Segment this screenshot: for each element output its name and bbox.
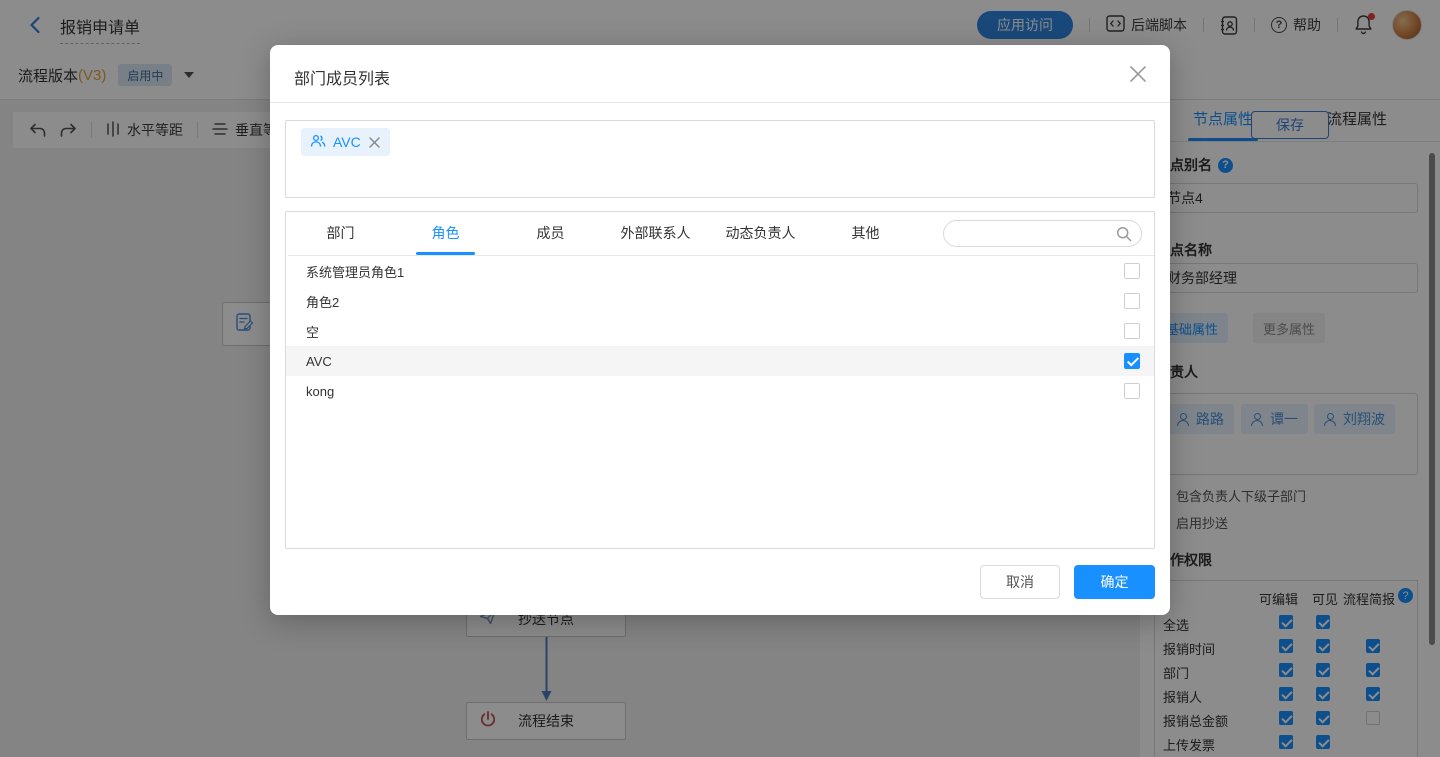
search-input[interactable]: [956, 222, 1116, 245]
member-list-modal: 部门成员列表 AVC 部门角色成员外部联系人动态负责人其他: [270, 45, 1170, 615]
list-item[interactable]: 空: [286, 316, 1155, 346]
cancel-button[interactable]: 取消: [980, 565, 1060, 599]
app-screen: 报销申请单 应用访问 后端脚本 帮助: [0, 0, 1440, 757]
confirm-button[interactable]: 确定: [1074, 565, 1155, 599]
modal-tab-0[interactable]: 部门: [288, 212, 393, 255]
list-item-label: AVC: [306, 354, 332, 369]
list-item[interactable]: kong: [286, 376, 1155, 406]
list-item-checkbox[interactable]: [1124, 263, 1140, 279]
search-box: [943, 220, 1142, 247]
list-item-checkbox[interactable]: [1124, 383, 1140, 399]
member-picker: 部门角色成员外部联系人动态负责人其他 系统管理员角色1 角色2 空 AVC kong: [285, 211, 1155, 549]
list-item-checkbox[interactable]: [1124, 323, 1140, 339]
list-item[interactable]: 角色2: [286, 286, 1155, 316]
list-item[interactable]: AVC: [286, 346, 1155, 376]
modal-tab-2[interactable]: 成员: [498, 212, 603, 255]
modal-tab-3[interactable]: 外部联系人: [603, 212, 708, 255]
selected-tag-label: AVC: [333, 134, 361, 150]
selected-members-box[interactable]: AVC: [285, 120, 1155, 198]
modal-tab-5[interactable]: 其他: [813, 212, 918, 255]
list-item-label: 空: [306, 322, 319, 341]
list-item-checkbox[interactable]: [1124, 293, 1140, 309]
remove-tag-icon[interactable]: [368, 136, 381, 149]
modal-header: 部门成员列表: [270, 45, 1170, 103]
list-item-label: 系统管理员角色1: [306, 262, 404, 281]
search-icon[interactable]: [1116, 226, 1132, 247]
list-item-checkbox[interactable]: [1124, 353, 1140, 369]
modal-tab-1[interactable]: 角色: [393, 212, 498, 255]
selected-tag[interactable]: AVC: [301, 128, 390, 156]
people-icon: [310, 134, 326, 151]
list-item-label: kong: [306, 384, 334, 399]
modal-title: 部门成员列表: [294, 65, 390, 89]
member-list: 系统管理员角色1 角色2 空 AVC kong: [286, 256, 1155, 406]
close-icon[interactable]: [1128, 64, 1148, 84]
modal-tab-4[interactable]: 动态负责人: [708, 212, 813, 255]
list-item-label: 角色2: [306, 292, 339, 311]
list-item[interactable]: 系统管理员角色1: [286, 256, 1155, 286]
